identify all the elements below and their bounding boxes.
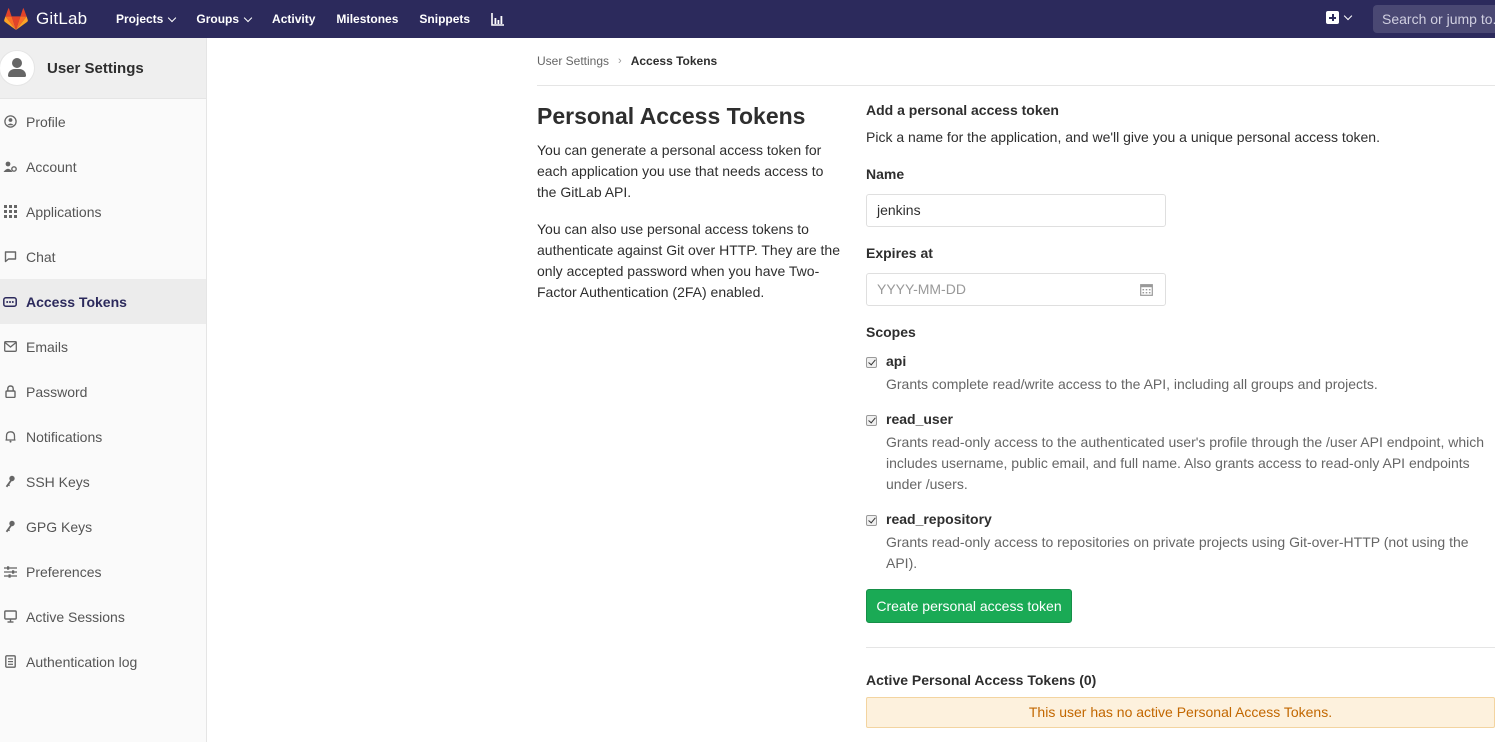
chevron-down-icon: [1343, 11, 1353, 21]
sidebar-item-authentication-log[interactable]: Authentication log: [0, 639, 206, 684]
sidebar-title: User Settings: [47, 59, 144, 77]
sidebar-item-label: SSH Keys: [26, 473, 90, 490]
applications-icon: [3, 205, 17, 219]
monitor-icon: [3, 610, 17, 624]
expires-date-input[interactable]: YYYY-MM-DD: [866, 273, 1166, 306]
sidebar-item-label: Active Sessions: [26, 608, 125, 625]
sidebar-header[interactable]: User Settings: [0, 38, 206, 99]
calendar-icon[interactable]: [1140, 283, 1153, 296]
nav-groups[interactable]: Groups: [196, 12, 253, 26]
sidebar-item-gpg-keys[interactable]: GPG Keys: [0, 504, 206, 549]
sidebar-item-account[interactable]: Account: [0, 144, 206, 189]
sidebar-item-emails[interactable]: Emails: [0, 324, 206, 369]
nav-snippets[interactable]: Snippets: [419, 12, 470, 26]
bell-icon: [3, 430, 17, 444]
sidebar-item-ssh-keys[interactable]: SSH Keys: [0, 459, 206, 504]
chevron-down-icon: [243, 13, 253, 22]
sidebar-item-label: Profile: [26, 113, 66, 130]
sidebar-item-notifications[interactable]: Notifications: [0, 414, 206, 459]
intro-column: Personal Access Tokens You can generate …: [537, 100, 842, 303]
breadcrumb-parent[interactable]: User Settings: [537, 54, 609, 68]
sidebar-item-label: Notifications: [26, 428, 103, 445]
scope-read-repository-checkbox[interactable]: [866, 515, 877, 526]
top-navbar: GitLab Projects Groups Activity Mileston…: [0, 0, 1495, 38]
scope-read-repository-description: Grants read-only access to repositories …: [886, 534, 1469, 571]
brand-name: GitLab: [36, 9, 88, 28]
search-input[interactable]: Search or jump to...: [1373, 5, 1495, 33]
page-title: Personal Access Tokens: [537, 103, 806, 129]
email-icon: [3, 340, 17, 354]
scope-read-repository-name[interactable]: read_repository: [886, 511, 992, 527]
divider: [866, 647, 1495, 648]
no-tokens-warning: This user has no active Personal Access …: [866, 697, 1495, 728]
key-icon: [3, 520, 17, 534]
breadcrumb: User Settings › Access Tokens: [537, 54, 717, 68]
gitlab-logo-icon: [4, 8, 28, 30]
sidebar-item-profile[interactable]: Profile: [0, 99, 206, 144]
sidebar-item-label: Account: [26, 158, 77, 175]
expires-label: Expires at: [866, 245, 933, 261]
sidebar-item-label: Access Tokens: [26, 293, 127, 310]
scope-api-name[interactable]: api: [886, 353, 906, 369]
sidebar-item-label: GPG Keys: [26, 518, 93, 535]
scope-read-user-checkbox[interactable]: [866, 415, 877, 426]
gitlab-home-link[interactable]: GitLab: [4, 6, 87, 32]
sidebar-item-active-sessions[interactable]: Active Sessions: [0, 594, 206, 639]
breadcrumb-current[interactable]: Access Tokens: [631, 54, 718, 68]
main-nav: Projects Groups Activity Milestones Snip…: [116, 0, 525, 38]
name-input[interactable]: jenkins: [866, 194, 1166, 227]
chevron-down-icon: [168, 13, 177, 22]
preferences-icon: [3, 565, 17, 579]
chevron-right-icon: ›: [618, 55, 622, 67]
scope-api-checkbox[interactable]: [866, 357, 877, 368]
avatar: [0, 50, 35, 86]
scope-read-user-name[interactable]: read_user: [886, 411, 953, 427]
intro-paragraph-1: You can generate a personal access token…: [537, 142, 824, 200]
sidebar-item-applications[interactable]: Applications: [0, 189, 206, 234]
nav-milestones[interactable]: Milestones: [336, 12, 398, 26]
active-tokens-title: Active Personal Access Tokens (0): [866, 672, 1097, 688]
new-item-dropdown[interactable]: [1326, 11, 1353, 24]
sidebar-item-label: Applications: [26, 203, 102, 220]
expires-placeholder: YYYY-MM-DD: [877, 281, 966, 297]
sidebar-item-preferences[interactable]: Preferences: [0, 549, 206, 594]
scope-read-user-description: Grants read-only access to the authentic…: [886, 434, 1485, 492]
sidebar-item-label: Emails: [26, 338, 69, 355]
intro-paragraph-2: You can also use personal access tokens …: [537, 221, 840, 300]
key-icon: [3, 475, 17, 489]
plus-icon: [1326, 11, 1339, 24]
account-icon: [3, 160, 17, 174]
token-icon: [3, 295, 17, 309]
create-token-button[interactable]: Create personal access token: [866, 589, 1072, 623]
sidebar-item-label: Chat: [26, 248, 56, 265]
nav-projects-label: Projects: [116, 12, 164, 26]
chart-icon: [491, 12, 505, 26]
profile-icon: [3, 115, 17, 129]
sidebar-item-label: Preferences: [26, 563, 102, 580]
sidebar-item-label: Password: [26, 383, 88, 400]
form-subheading: Pick a name for the application, and we'…: [866, 129, 1380, 145]
chat-icon: [3, 250, 17, 264]
name-label: Name: [866, 166, 905, 182]
settings-sidebar: User Settings Profile Account Applications…: [0, 38, 207, 742]
lock-icon: [3, 385, 17, 399]
nav-activity[interactable]: Activity: [272, 12, 315, 26]
scopes-label: Scopes: [866, 324, 916, 340]
scope-api-description: Grants complete read/write access to the…: [886, 376, 1378, 392]
log-icon: [3, 655, 17, 669]
sidebar-item-access-tokens[interactable]: Access Tokens: [0, 279, 206, 324]
sidebar-item-password[interactable]: Password: [0, 369, 206, 414]
divider: [537, 85, 1495, 86]
sidebar-item-label: Authentication log: [26, 653, 138, 670]
nav-analytics[interactable]: [491, 12, 505, 26]
nav-groups-label: Groups: [196, 12, 240, 26]
nav-projects[interactable]: Projects: [116, 12, 177, 26]
sidebar-item-chat[interactable]: Chat: [0, 234, 206, 279]
form-heading: Add a personal access token: [866, 102, 1059, 118]
